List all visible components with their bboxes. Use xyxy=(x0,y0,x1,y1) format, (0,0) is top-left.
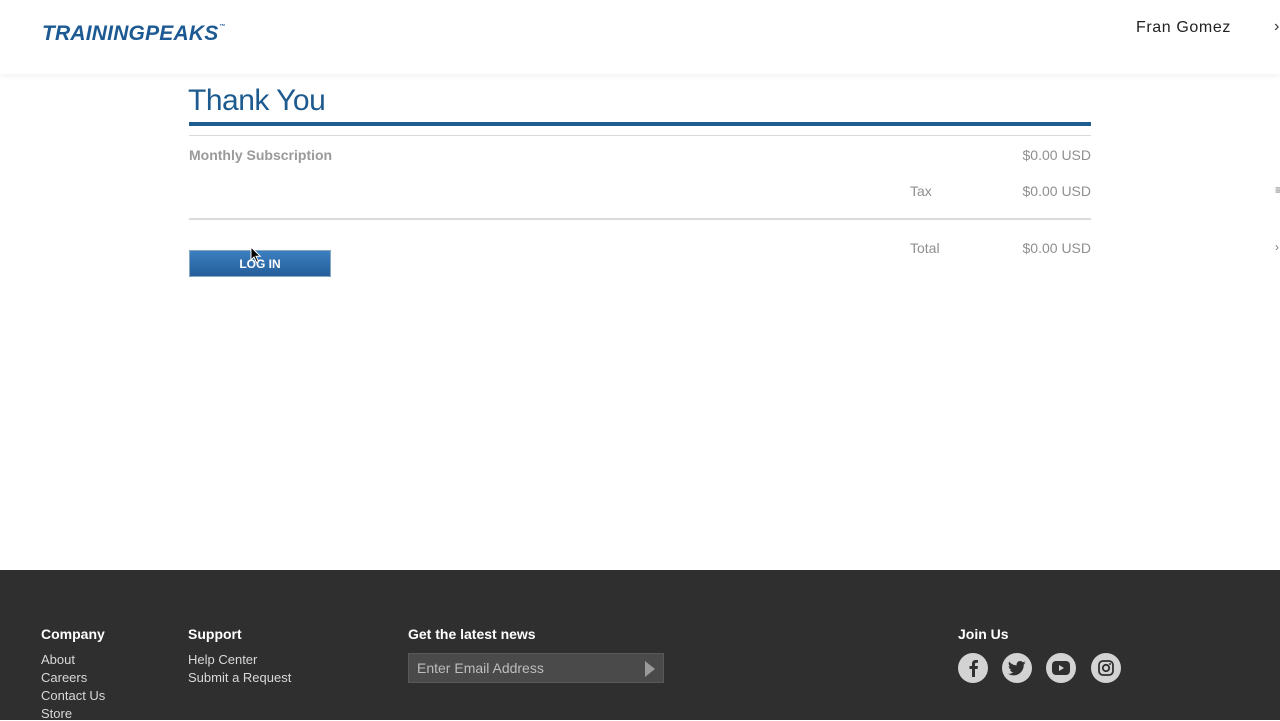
site-footer: Company About Careers Contact Us Store S… xyxy=(0,570,1280,721)
email-input[interactable] xyxy=(409,654,639,682)
trainingpeaks-logo[interactable]: TRAININGPEAKS™ xyxy=(42,22,226,46)
footer-link-contact-us[interactable]: Contact Us xyxy=(41,688,105,703)
mouse-cursor-icon xyxy=(250,246,262,264)
twitter-icon[interactable] xyxy=(1002,653,1032,683)
instagram-icon[interactable] xyxy=(1091,653,1121,683)
facebook-icon[interactable] xyxy=(958,653,988,683)
total-label: Total xyxy=(910,240,940,256)
site-header: TRAININGPEAKS™ Fran Gomez › xyxy=(0,0,1280,74)
footer-news-title: Get the latest news xyxy=(408,626,536,642)
footer-company-title: Company xyxy=(41,626,105,642)
youtube-icon[interactable] xyxy=(1046,653,1076,683)
subscription-label: Monthly Subscription xyxy=(189,147,333,163)
divider xyxy=(189,218,1091,220)
logo-trademark: ™ xyxy=(219,24,226,30)
footer-join-title: Join Us xyxy=(958,626,1009,642)
clipped-edge-icon: ≡ xyxy=(1275,183,1280,197)
clipped-edge-icon: › xyxy=(1275,240,1279,254)
footer-link-submit-request[interactable]: Submit a Request xyxy=(188,670,291,685)
footer-link-store[interactable]: Store xyxy=(41,706,72,721)
footer-link-about[interactable]: About xyxy=(41,652,75,667)
logo-text: TRAININGPEAKS xyxy=(42,22,219,45)
footer-support-title: Support xyxy=(188,626,242,642)
email-submit-button[interactable] xyxy=(643,660,657,678)
tax-label: Tax xyxy=(910,183,932,199)
footer-link-careers[interactable]: Careers xyxy=(41,670,87,685)
tax-value: $0.00 USD xyxy=(1022,183,1091,199)
play-arrow-icon xyxy=(645,661,655,677)
divider xyxy=(189,135,1091,136)
user-name-menu[interactable]: Fran Gomez xyxy=(1136,19,1231,37)
title-underline xyxy=(189,122,1091,126)
footer-link-help-center[interactable]: Help Center xyxy=(188,652,257,667)
menu-glyph-icon[interactable]: › xyxy=(1274,18,1279,36)
total-value: $0.00 USD xyxy=(1022,240,1091,256)
newsletter-form xyxy=(408,653,664,683)
subscription-price: $0.00 USD xyxy=(1022,147,1091,163)
page-title: Thank You xyxy=(188,84,326,117)
